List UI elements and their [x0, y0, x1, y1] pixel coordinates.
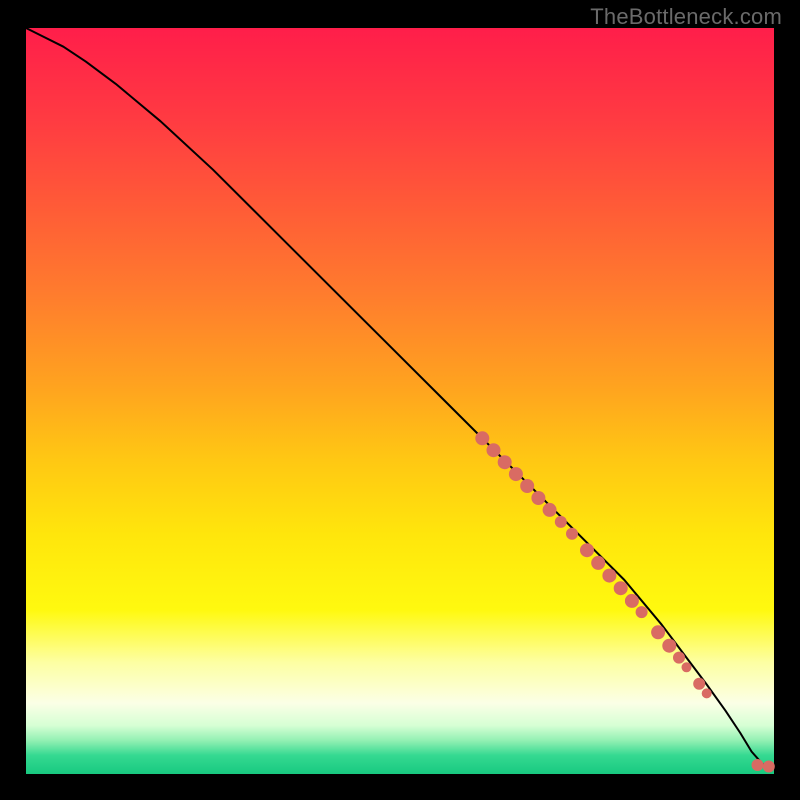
marker-point — [752, 759, 764, 771]
watermark-text: TheBottleneck.com — [590, 4, 782, 30]
marker-point — [520, 479, 534, 493]
marker-point — [636, 606, 648, 618]
marker-point — [614, 581, 628, 595]
marker-point — [531, 491, 545, 505]
marker-point — [543, 503, 557, 517]
marker-point — [702, 688, 712, 698]
chart-svg — [0, 0, 800, 800]
marker-point — [682, 662, 692, 672]
marker-point — [509, 467, 523, 481]
marker-point — [602, 569, 616, 583]
marker-point — [651, 625, 665, 639]
marker-point — [487, 443, 501, 457]
marker-point — [555, 516, 567, 528]
marker-point — [591, 556, 605, 570]
marker-point — [580, 543, 594, 557]
chart-stage: TheBottleneck.com — [0, 0, 800, 800]
plot-background — [26, 28, 774, 774]
marker-point — [662, 639, 676, 653]
marker-point — [498, 455, 512, 469]
marker-point — [763, 761, 775, 773]
marker-point — [475, 431, 489, 445]
marker-point — [693, 678, 705, 690]
marker-point — [625, 594, 639, 608]
marker-point — [673, 652, 685, 664]
marker-point — [566, 528, 578, 540]
